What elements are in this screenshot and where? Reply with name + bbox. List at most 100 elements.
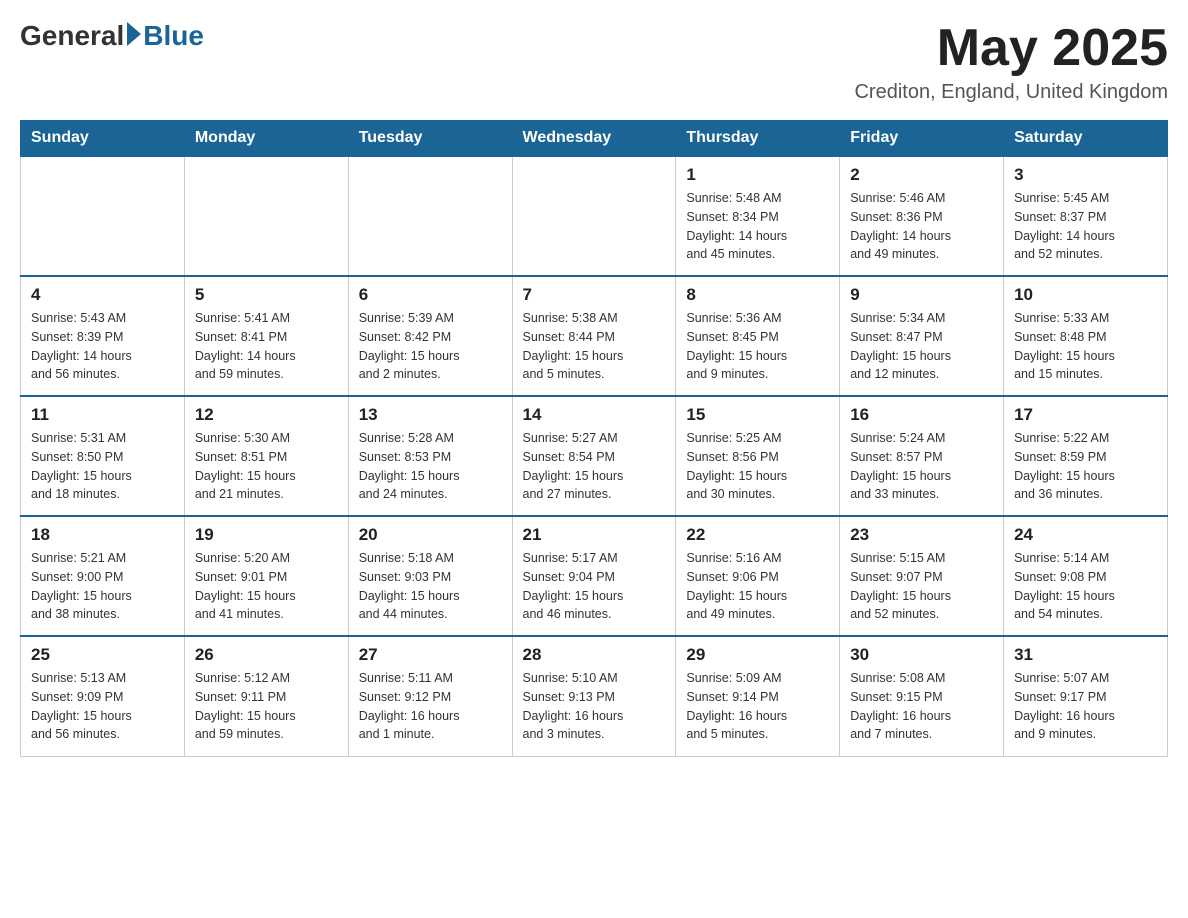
day-number: 3 [1014, 165, 1157, 185]
day-number: 2 [850, 165, 993, 185]
day-number: 18 [31, 525, 174, 545]
day-number: 9 [850, 285, 993, 305]
day-info: Sunrise: 5:28 AMSunset: 8:53 PMDaylight:… [359, 429, 502, 504]
calendar-cell: 31 Sunrise: 5:07 AMSunset: 9:17 PMDayligh… [1004, 636, 1168, 756]
day-info: Sunrise: 5:34 AMSunset: 8:47 PMDaylight:… [850, 309, 993, 384]
day-info: Sunrise: 5:39 AMSunset: 8:42 PMDaylight:… [359, 309, 502, 384]
day-info: Sunrise: 5:17 AMSunset: 9:04 PMDaylight:… [523, 549, 666, 624]
day-info: Sunrise: 5:46 AMSunset: 8:36 PMDaylight:… [850, 189, 993, 264]
col-wednesday: Wednesday [512, 121, 676, 157]
calendar-cell: 9 Sunrise: 5:34 AMSunset: 8:47 PMDaylight… [840, 276, 1004, 396]
day-info: Sunrise: 5:25 AMSunset: 8:56 PMDaylight:… [686, 429, 829, 504]
day-number: 1 [686, 165, 829, 185]
calendar-cell [348, 156, 512, 276]
calendar-cell: 14Sunrise: 5:27 AMSunset: 8:54 PMDayligh… [512, 396, 676, 516]
day-number: 31 [1014, 645, 1157, 665]
location-text: Crediton, England, United Kingdom [854, 81, 1168, 104]
calendar-cell: 4Sunrise: 5:43 AMSunset: 8:39 PMDaylight… [21, 276, 185, 396]
page-header: General Blue May 2025 Crediton, England,… [20, 20, 1168, 104]
day-info: Sunrise: 5:22 AMSunset: 8:59 PMDaylight:… [1014, 429, 1157, 504]
calendar-cell: 12 Sunrise: 5:30 AMSunset: 8:51 PMDayligh… [184, 396, 348, 516]
calendar-cell: 22 Sunrise: 5:16 AMSunset: 9:06 PMDayligh… [676, 516, 840, 636]
calendar-cell: 7 Sunrise: 5:38 AMSunset: 8:44 PMDaylight… [512, 276, 676, 396]
day-number: 12 [195, 405, 338, 425]
calendar-cell: 10Sunrise: 5:33 AMSunset: 8:48 PMDayligh… [1004, 276, 1168, 396]
day-info: Sunrise: 5:14 AMSunset: 9:08 PMDaylight:… [1014, 549, 1157, 624]
col-thursday: Thursday [676, 121, 840, 157]
day-info: Sunrise: 5:30 AMSunset: 8:51 PMDaylight:… [195, 429, 338, 504]
day-info: Sunrise: 5:21 AMSunset: 9:00 PMDaylight:… [31, 549, 174, 624]
calendar-cell: 16 Sunrise: 5:24 AMSunset: 8:57 PMDayligh… [840, 396, 1004, 516]
logo-arrow-icon [127, 22, 141, 46]
calendar-cell: 19Sunrise: 5:20 AMSunset: 9:01 PMDayligh… [184, 516, 348, 636]
calendar-cell: 5 Sunrise: 5:41 AMSunset: 8:41 PMDaylight… [184, 276, 348, 396]
calendar-cell: 13 Sunrise: 5:28 AMSunset: 8:53 PMDayligh… [348, 396, 512, 516]
calendar-header-row: Sunday Monday Tuesday Wednesday Thursday… [21, 121, 1168, 157]
day-number: 24 [1014, 525, 1157, 545]
day-number: 8 [686, 285, 829, 305]
day-number: 25 [31, 645, 174, 665]
calendar-cell: 18 Sunrise: 5:21 AMSunset: 9:00 PMDayligh… [21, 516, 185, 636]
day-info: Sunrise: 5:09 AMSunset: 9:14 PMDaylight:… [686, 669, 829, 744]
logo: General Blue [20, 20, 204, 52]
day-number: 17 [1014, 405, 1157, 425]
calendar-cell [21, 156, 185, 276]
day-number: 11 [31, 405, 174, 425]
day-number: 6 [359, 285, 502, 305]
day-info: Sunrise: 5:48 AMSunset: 8:34 PMDaylight:… [686, 189, 829, 264]
day-number: 21 [523, 525, 666, 545]
day-number: 29 [686, 645, 829, 665]
day-info: Sunrise: 5:38 AMSunset: 8:44 PMDaylight:… [523, 309, 666, 384]
day-info: Sunrise: 5:20 AMSunset: 9:01 PMDaylight:… [195, 549, 338, 624]
calendar-cell: 30Sunrise: 5:08 AMSunset: 9:15 PMDayligh… [840, 636, 1004, 756]
month-title: May 2025 [854, 20, 1168, 77]
day-info: Sunrise: 5:10 AMSunset: 9:13 PMDaylight:… [523, 669, 666, 744]
logo-blue-text: Blue [143, 20, 204, 52]
day-info: Sunrise: 5:18 AMSunset: 9:03 PMDaylight:… [359, 549, 502, 624]
day-info: Sunrise: 5:12 AMSunset: 9:11 PMDaylight:… [195, 669, 338, 744]
day-number: 7 [523, 285, 666, 305]
calendar-cell: 3Sunrise: 5:45 AMSunset: 8:37 PMDaylight… [1004, 156, 1168, 276]
day-info: Sunrise: 5:07 AMSunset: 9:17 PMDaylight:… [1014, 669, 1157, 744]
day-info: Sunrise: 5:41 AMSunset: 8:41 PMDaylight:… [195, 309, 338, 384]
day-number: 16 [850, 405, 993, 425]
calendar-cell: 27Sunrise: 5:11 AMSunset: 9:12 PMDayligh… [348, 636, 512, 756]
day-number: 30 [850, 645, 993, 665]
day-info: Sunrise: 5:31 AMSunset: 8:50 PMDaylight:… [31, 429, 174, 504]
day-number: 22 [686, 525, 829, 545]
calendar-cell: 28 Sunrise: 5:10 AMSunset: 9:13 PMDayligh… [512, 636, 676, 756]
calendar-cell: 24 Sunrise: 5:14 AMSunset: 9:08 PMDayligh… [1004, 516, 1168, 636]
calendar-cell [512, 156, 676, 276]
calendar-cell: 8Sunrise: 5:36 AMSunset: 8:45 PMDaylight… [676, 276, 840, 396]
day-info: Sunrise: 5:24 AMSunset: 8:57 PMDaylight:… [850, 429, 993, 504]
week-row-2: 4Sunrise: 5:43 AMSunset: 8:39 PMDaylight… [21, 276, 1168, 396]
calendar-cell [184, 156, 348, 276]
calendar-cell: 23 Sunrise: 5:15 AMSunset: 9:07 PMDayligh… [840, 516, 1004, 636]
logo-general-text: General [20, 20, 124, 52]
day-number: 23 [850, 525, 993, 545]
day-number: 13 [359, 405, 502, 425]
day-number: 28 [523, 645, 666, 665]
day-number: 5 [195, 285, 338, 305]
day-info: Sunrise: 5:13 AMSunset: 9:09 PMDaylight:… [31, 669, 174, 744]
calendar-cell: 15 Sunrise: 5:25 AMSunset: 8:56 PMDayligh… [676, 396, 840, 516]
day-info: Sunrise: 5:15 AMSunset: 9:07 PMDaylight:… [850, 549, 993, 624]
calendar-cell: 2 Sunrise: 5:46 AMSunset: 8:36 PMDaylight… [840, 156, 1004, 276]
day-info: Sunrise: 5:27 AMSunset: 8:54 PMDaylight:… [523, 429, 666, 504]
col-sunday: Sunday [21, 121, 185, 157]
calendar-cell: 1 Sunrise: 5:48 AMSunset: 8:34 PMDaylight… [676, 156, 840, 276]
day-number: 15 [686, 405, 829, 425]
day-info: Sunrise: 5:43 AMSunset: 8:39 PMDaylight:… [31, 309, 174, 384]
week-row-5: 25 Sunrise: 5:13 AMSunset: 9:09 PMDayligh… [21, 636, 1168, 756]
week-row-4: 18 Sunrise: 5:21 AMSunset: 9:00 PMDayligh… [21, 516, 1168, 636]
day-info: Sunrise: 5:33 AMSunset: 8:48 PMDaylight:… [1014, 309, 1157, 384]
calendar-cell: 29 Sunrise: 5:09 AMSunset: 9:14 PMDayligh… [676, 636, 840, 756]
calendar-cell: 11 Sunrise: 5:31 AMSunset: 8:50 PMDayligh… [21, 396, 185, 516]
col-monday: Monday [184, 121, 348, 157]
calendar-cell: 26Sunrise: 5:12 AMSunset: 9:11 PMDayligh… [184, 636, 348, 756]
col-saturday: Saturday [1004, 121, 1168, 157]
day-info: Sunrise: 5:16 AMSunset: 9:06 PMDaylight:… [686, 549, 829, 624]
week-row-1: 1 Sunrise: 5:48 AMSunset: 8:34 PMDaylight… [21, 156, 1168, 276]
title-section: May 2025 Crediton, England, United Kingd… [854, 20, 1168, 104]
col-tuesday: Tuesday [348, 121, 512, 157]
